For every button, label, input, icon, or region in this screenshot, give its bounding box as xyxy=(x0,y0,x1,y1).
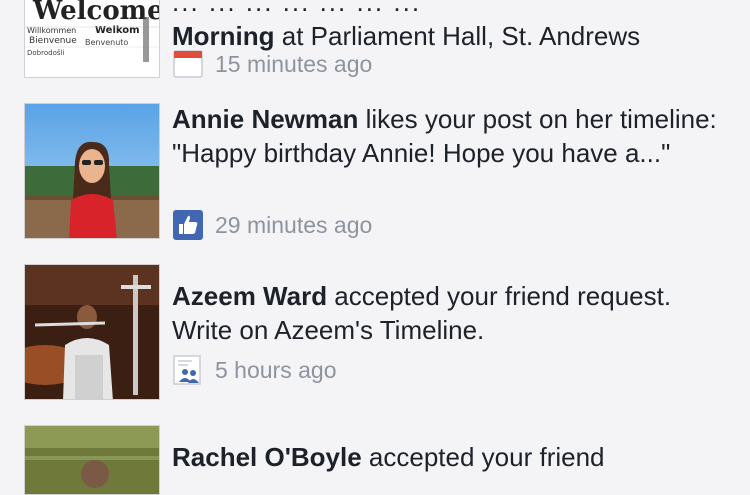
notifications-feed: Welcome Willkommen Welkom Bienvenue Benv… xyxy=(0,0,750,495)
notification-text: Azeem Ward accepted your friend request.… xyxy=(172,279,732,347)
notification-thumbnail xyxy=(24,103,160,239)
like-icon xyxy=(172,210,204,240)
notification-item[interactable]: Azeem Ward accepted your friend request.… xyxy=(0,262,750,412)
profile-photo-annie xyxy=(25,104,159,238)
notification-text: Annie Newman likes your post on her time… xyxy=(172,102,732,170)
svg-text:Bienvenue: Bienvenue xyxy=(29,36,77,46)
thumb-welcome-text: Welcome xyxy=(32,0,160,26)
notification-message: accepted your friend xyxy=(361,442,605,472)
notification-message-cut: ... ... ... ... ... ... ... xyxy=(172,0,422,17)
svg-text:Willkommen: Willkommen xyxy=(27,26,76,35)
notification-item[interactable]: Welcome Willkommen Welkom Bienvenue Benv… xyxy=(0,0,750,90)
svg-text:Welkom: Welkom xyxy=(95,25,140,36)
notification-time: 15 minutes ago xyxy=(215,51,373,77)
profile-photo-azeem xyxy=(25,265,159,399)
notification-name[interactable]: Azeem Ward xyxy=(172,281,327,311)
notification-text: ... ... ... ... ... ... ... Morning at P… xyxy=(172,0,732,53)
notification-text: Rachel O'Boyle accepted your friend xyxy=(172,440,732,474)
notification-item[interactable]: Annie Newman likes your post on her time… xyxy=(0,100,750,250)
notification-name[interactable]: Annie Newman xyxy=(172,104,358,134)
notification-message: at Parliament Hall, St. Andrews xyxy=(274,21,641,51)
notification-thumbnail: Welcome Willkommen Welkom Bienvenue Benv… xyxy=(24,0,160,78)
svg-text:Benvenuto: Benvenuto xyxy=(85,38,128,47)
notification-thumbnail xyxy=(24,425,160,495)
notification-time: 5 hours ago xyxy=(215,357,337,383)
welcome-collage-image: Welcome Willkommen Welkom Bienvenue Benv… xyxy=(25,0,160,77)
svg-text:Dobrodošli: Dobrodošli xyxy=(27,49,64,57)
notification-time: 29 minutes ago xyxy=(215,212,373,238)
profile-photo-rachel xyxy=(25,426,159,494)
notification-thumbnail xyxy=(24,264,160,400)
notification-name[interactable]: Rachel O'Boyle xyxy=(172,442,362,472)
friends-icon xyxy=(172,355,204,385)
notification-name: Morning xyxy=(172,21,275,51)
calendar-icon xyxy=(172,49,204,79)
notification-item[interactable]: Rachel O'Boyle accepted your friend xyxy=(0,424,750,495)
